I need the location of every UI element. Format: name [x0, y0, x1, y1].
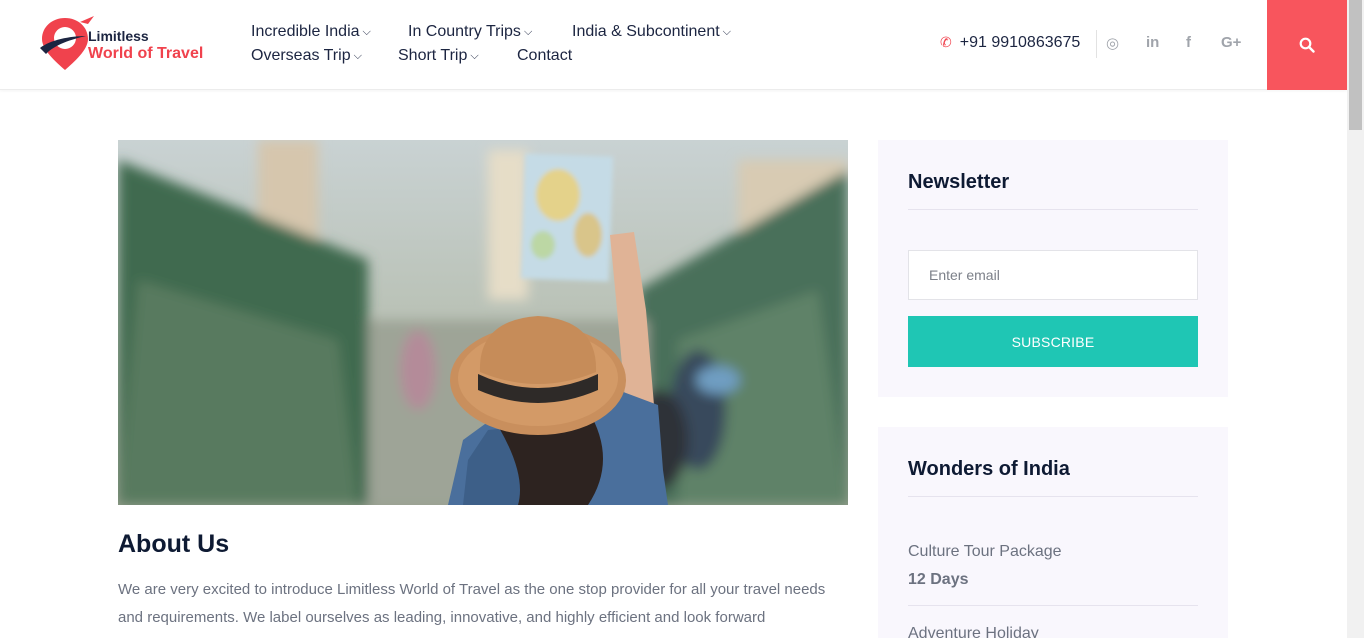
email-field[interactable]	[908, 250, 1198, 300]
logo-text-line2: World of Travel	[88, 45, 204, 62]
subscribe-button[interactable]: SUBSCRIBE	[908, 316, 1198, 367]
tour-item-adventure[interactable]: Adventure Holiday	[908, 625, 1039, 638]
chevron-down-icon: ⌵	[523, 26, 533, 38]
nav-item-overseas-trip[interactable]: Overseas Trip ⌵	[251, 47, 362, 65]
header-divider	[1096, 30, 1097, 58]
nav-item-label: Overseas Trip	[251, 47, 351, 64]
logo-text-line1: Limitless	[88, 28, 149, 44]
nav-item-in-country-trips[interactable]: In Country Trips ⌵	[408, 23, 532, 41]
nav-item-label: Incredible India	[251, 23, 360, 40]
search-icon	[1299, 37, 1315, 53]
google-plus-icon[interactable]: G+	[1221, 34, 1241, 51]
nav-item-label: Contact	[517, 47, 573, 64]
main-nav: Incredible India ⌵ In Country Trips ⌵ Indi…	[251, 20, 771, 70]
about-hero-image	[118, 140, 848, 505]
tour-item-culture[interactable]: Culture Tour Package	[908, 543, 1062, 561]
widget-divider	[908, 605, 1198, 606]
facebook-icon[interactable]: f	[1186, 34, 1191, 51]
logo-pin-icon	[40, 16, 94, 70]
nav-item-label: Short Trip	[398, 47, 468, 64]
search-button[interactable]	[1267, 0, 1347, 90]
newsletter-widget: Newsletter SUBSCRIBE	[878, 140, 1228, 397]
nav-item-label: In Country Trips	[408, 23, 521, 40]
chevron-down-icon: ⌵	[362, 26, 371, 38]
page-scrollbar[interactable]	[1347, 0, 1364, 638]
nav-item-label: India & Subcontinent	[572, 23, 720, 40]
site-header: Limitless World of Travel Incredible Ind…	[0, 0, 1347, 90]
header-phone[interactable]: ✆ +91 9910863675	[940, 34, 1080, 52]
wonders-widget: Wonders of India Culture Tour Package 12…	[878, 427, 1228, 638]
widget-divider	[908, 209, 1198, 210]
chevron-down-icon: ⌵	[722, 26, 732, 38]
newsletter-title: Newsletter	[908, 171, 1010, 193]
nav-item-india-subcontinent[interactable]: India & Subcontinent ⌵	[572, 23, 731, 41]
instagram-icon[interactable]: ◎	[1106, 34, 1119, 52]
wonders-title: Wonders of India	[908, 458, 1070, 480]
chevron-down-icon: ⌵	[470, 50, 479, 62]
tour-duration: 12 Days	[908, 571, 969, 588]
linkedin-icon[interactable]: in	[1146, 34, 1159, 51]
site-logo[interactable]: Limitless World of Travel	[38, 14, 218, 74]
about-paragraph: We are very excited to introduce Limitle…	[118, 581, 826, 626]
nav-item-incredible-india[interactable]: Incredible India ⌵	[251, 23, 371, 41]
widget-divider	[908, 496, 1198, 497]
nav-item-contact[interactable]: Contact	[517, 47, 572, 65]
chevron-down-icon: ⌵	[353, 50, 362, 62]
about-title: About Us	[118, 530, 230, 558]
phone-number: +91 9910863675	[959, 34, 1081, 51]
nav-item-short-trip[interactable]: Short Trip ⌵	[398, 47, 479, 65]
phone-icon: ✆	[940, 34, 952, 50]
scrollbar-thumb[interactable]	[1349, 0, 1362, 130]
traveler-photo	[118, 140, 848, 505]
